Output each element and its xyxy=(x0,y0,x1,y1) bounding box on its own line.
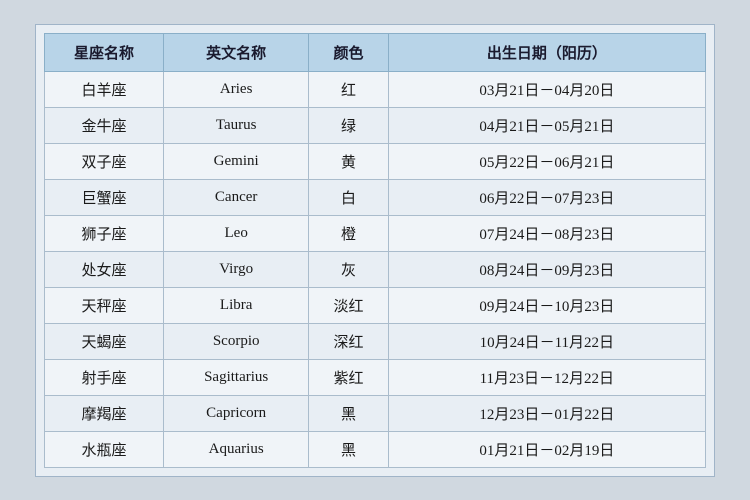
header-english: 英文名称 xyxy=(163,33,308,71)
cell-english: Taurus xyxy=(163,107,308,143)
cell-date: 01月21日－02月19日 xyxy=(388,431,705,467)
cell-chinese: 天秤座 xyxy=(45,287,164,323)
cell-color: 黑 xyxy=(309,431,388,467)
cell-chinese: 处女座 xyxy=(45,251,164,287)
table-row: 摩羯座Capricorn黑12月23日－01月22日 xyxy=(45,395,706,431)
cell-date: 08月24日－09月23日 xyxy=(388,251,705,287)
cell-english: Aries xyxy=(163,71,308,107)
cell-chinese: 水瓶座 xyxy=(45,431,164,467)
header-date: 出生日期（阳历） xyxy=(388,33,705,71)
cell-english: Leo xyxy=(163,215,308,251)
table-row: 白羊座Aries红03月21日－04月20日 xyxy=(45,71,706,107)
cell-chinese: 射手座 xyxy=(45,359,164,395)
cell-date: 09月24日－10月23日 xyxy=(388,287,705,323)
table-row: 天秤座Libra淡红09月24日－10月23日 xyxy=(45,287,706,323)
cell-date: 03月21日－04月20日 xyxy=(388,71,705,107)
cell-date: 12月23日－01月22日 xyxy=(388,395,705,431)
table-row: 射手座Sagittarius紫红11月23日－12月22日 xyxy=(45,359,706,395)
cell-color: 深红 xyxy=(309,323,388,359)
cell-date: 06月22日－07月23日 xyxy=(388,179,705,215)
table-row: 处女座Virgo灰08月24日－09月23日 xyxy=(45,251,706,287)
cell-english: Cancer xyxy=(163,179,308,215)
cell-color: 橙 xyxy=(309,215,388,251)
cell-english: Libra xyxy=(163,287,308,323)
table-row: 水瓶座Aquarius黑01月21日－02月19日 xyxy=(45,431,706,467)
cell-chinese: 狮子座 xyxy=(45,215,164,251)
table-row: 巨蟹座Cancer白06月22日－07月23日 xyxy=(45,179,706,215)
cell-chinese: 白羊座 xyxy=(45,71,164,107)
cell-date: 11月23日－12月22日 xyxy=(388,359,705,395)
table-row: 金牛座Taurus绿04月21日－05月21日 xyxy=(45,107,706,143)
cell-english: Sagittarius xyxy=(163,359,308,395)
cell-date: 10月24日－11月22日 xyxy=(388,323,705,359)
cell-color: 红 xyxy=(309,71,388,107)
cell-chinese: 金牛座 xyxy=(45,107,164,143)
table-row: 双子座Gemini黄05月22日－06月21日 xyxy=(45,143,706,179)
cell-color: 紫红 xyxy=(309,359,388,395)
cell-chinese: 摩羯座 xyxy=(45,395,164,431)
cell-color: 黑 xyxy=(309,395,388,431)
cell-color: 灰 xyxy=(309,251,388,287)
cell-english: Gemini xyxy=(163,143,308,179)
zodiac-table: 星座名称 英文名称 颜色 出生日期（阳历） 白羊座Aries红03月21日－04… xyxy=(44,33,706,468)
cell-color: 淡红 xyxy=(309,287,388,323)
cell-date: 05月22日－06月21日 xyxy=(388,143,705,179)
table-header-row: 星座名称 英文名称 颜色 出生日期（阳历） xyxy=(45,33,706,71)
table-row: 狮子座Leo橙07月24日－08月23日 xyxy=(45,215,706,251)
header-color: 颜色 xyxy=(309,33,388,71)
cell-date: 04月21日－05月21日 xyxy=(388,107,705,143)
cell-chinese: 巨蟹座 xyxy=(45,179,164,215)
cell-english: Aquarius xyxy=(163,431,308,467)
header-chinese: 星座名称 xyxy=(45,33,164,71)
cell-date: 07月24日－08月23日 xyxy=(388,215,705,251)
cell-english: Scorpio xyxy=(163,323,308,359)
cell-chinese: 双子座 xyxy=(45,143,164,179)
table-row: 天蝎座Scorpio深红10月24日－11月22日 xyxy=(45,323,706,359)
cell-color: 黄 xyxy=(309,143,388,179)
zodiac-table-container: 星座名称 英文名称 颜色 出生日期（阳历） 白羊座Aries红03月21日－04… xyxy=(35,24,715,477)
cell-english: Capricorn xyxy=(163,395,308,431)
cell-color: 绿 xyxy=(309,107,388,143)
cell-color: 白 xyxy=(309,179,388,215)
cell-chinese: 天蝎座 xyxy=(45,323,164,359)
cell-english: Virgo xyxy=(163,251,308,287)
